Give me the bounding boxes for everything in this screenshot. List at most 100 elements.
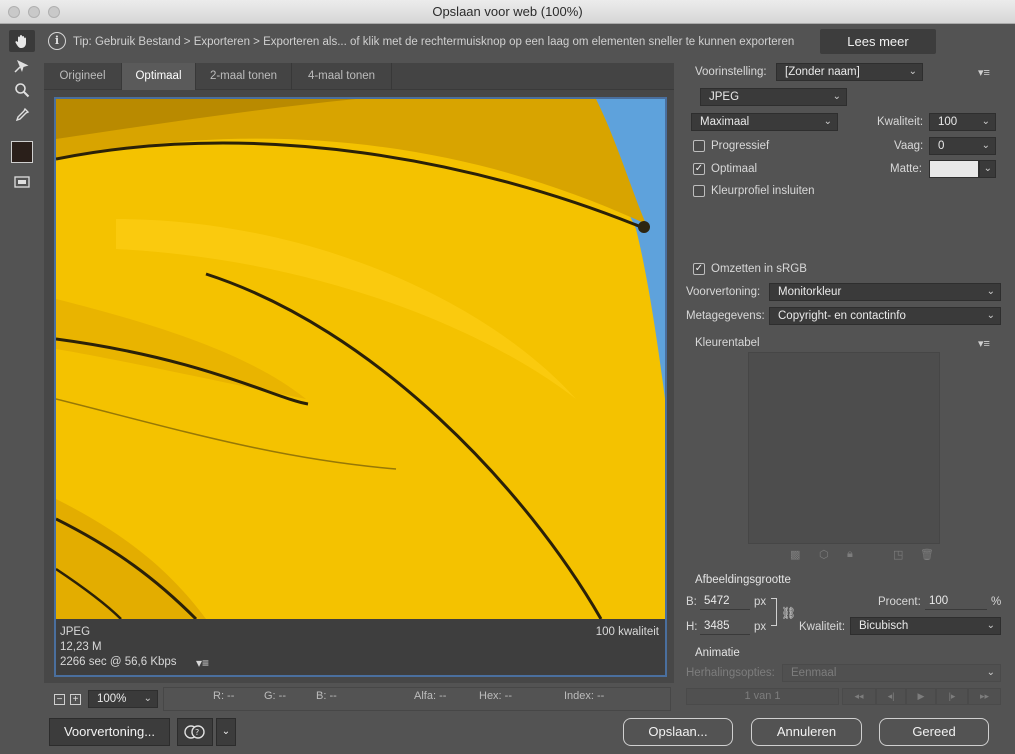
preview-mode-label: Voorvertoning:: [686, 286, 761, 298]
browser-menu-chevron-icon[interactable]: ⌄: [216, 718, 236, 746]
preview-image: [56, 99, 665, 619]
zoom-level-select[interactable]: 100% ⌄: [88, 690, 158, 708]
embed-color-profile-label: Kleurprofiel insluiten: [711, 185, 815, 197]
blur-value-input[interactable]: 0 ⌄: [929, 137, 996, 155]
convert-srgb-label: Omzetten in sRGB: [711, 263, 807, 275]
blur-label: Vaag:: [894, 140, 924, 152]
done-button[interactable]: Gereed: [879, 718, 989, 746]
format-info: JPEG: [60, 626, 91, 638]
height-input[interactable]: 3485: [700, 617, 750, 635]
width-unit: px: [754, 596, 767, 608]
cancel-button[interactable]: Annuleren: [751, 718, 862, 746]
quality-label: Kwaliteit:: [877, 116, 924, 128]
hand-tool-icon[interactable]: [9, 30, 35, 52]
tab-optimized[interactable]: Optimaal: [122, 63, 196, 90]
zoom-out-button[interactable]: −: [54, 694, 65, 705]
next-frame-icon[interactable]: |▸: [936, 688, 968, 705]
optimized-checkbox[interactable]: ✓: [693, 163, 705, 175]
lock-color-icon[interactable]: 🔒︎: [847, 548, 853, 561]
resample-quality-select[interactable]: Bicubisch ⌄: [850, 617, 1001, 635]
tool-strip: [0, 24, 44, 714]
link-bracket: [771, 598, 777, 626]
browser-help-icon[interactable]: ?: [177, 718, 213, 746]
last-frame-icon[interactable]: ▸▸: [968, 688, 1001, 705]
tab-original[interactable]: Origineel: [44, 63, 122, 90]
progressive-checkbox[interactable]: [693, 140, 705, 152]
color-table-menu-icon[interactable]: ▾≡: [978, 337, 990, 350]
chevron-down-icon: ⌄: [986, 286, 995, 297]
metadata-select[interactable]: Copyright- en contactinfo ⌄: [769, 307, 1001, 325]
preset-select[interactable]: [Zonder naam] ⌄: [776, 63, 923, 81]
color-table-label: Kleurentabel: [695, 337, 760, 349]
chevron-down-icon: ⌄: [832, 91, 841, 102]
frame-counter: 1 van 1: [686, 688, 839, 705]
quality-info: 100 kwaliteit: [595, 626, 659, 638]
tip-text: Tip: Gebruik Bestand > Exporteren > Expo…: [73, 36, 795, 48]
previous-frame-icon[interactable]: ◂|: [876, 688, 906, 705]
readout-r: R: --: [213, 690, 235, 702]
download-speed-menu-icon[interactable]: ▾≡: [196, 656, 209, 670]
preset-label: Voorinstelling:: [695, 66, 767, 78]
constrain-proportions-icon[interactable]: ⛓: [781, 606, 796, 620]
download-time-info: 2266 sec @ 56,6 Kbps: [60, 656, 177, 668]
chevron-down-icon: ⌄: [981, 140, 990, 151]
chevron-down-icon: ⌄: [981, 116, 990, 127]
web-snap-icon[interactable]: ⬡: [819, 548, 829, 561]
chevron-down-icon: ⌄: [983, 163, 992, 174]
preview-mode-select[interactable]: Monitorkleur ⌄: [769, 283, 1001, 301]
height-label: H:: [686, 621, 698, 633]
readout-g: G: --: [264, 690, 286, 702]
eyedropper-tool-icon[interactable]: [9, 104, 35, 126]
width-label: B:: [686, 596, 697, 608]
color-table-grid[interactable]: [748, 352, 940, 544]
tab-4-up[interactable]: 4-maal tonen: [292, 63, 392, 90]
loop-options-select[interactable]: Eenmaal ⌄: [782, 664, 1001, 682]
title-bar: Opslaan voor web (100%): [0, 0, 1015, 24]
matte-color-swatch[interactable]: [929, 160, 979, 178]
loop-options-label: Herhalingsopties:: [686, 667, 775, 679]
eyedropper-color-swatch[interactable]: [11, 141, 33, 163]
first-frame-icon[interactable]: ◂◂: [842, 688, 876, 705]
convert-srgb-checkbox[interactable]: ✓: [693, 263, 705, 275]
image-size-heading: Afbeeldingsgrootte: [695, 574, 791, 586]
readout-alpha: Alfa: --: [414, 690, 447, 702]
save-button[interactable]: Opslaan...: [623, 718, 733, 746]
resample-quality-label: Kwaliteit:: [799, 621, 846, 633]
metadata-label: Metagegevens:: [686, 310, 765, 322]
chevron-down-icon: ⌄: [986, 667, 995, 678]
chevron-down-icon: ⌄: [908, 66, 917, 77]
matte-label: Matte:: [890, 163, 922, 175]
chevron-down-icon: ⌄: [143, 693, 152, 704]
info-icon: i: [48, 32, 66, 50]
embed-color-profile-checkbox[interactable]: [693, 185, 705, 197]
learn-more-button[interactable]: Lees meer: [820, 29, 936, 54]
progressive-label: Progressief: [711, 140, 770, 152]
file-size-info: 12,23 M: [60, 641, 102, 653]
optimized-label: Optimaal: [711, 163, 758, 175]
quality-value-input[interactable]: 100 ⌄: [929, 113, 996, 131]
tab-2-up[interactable]: 2-maal tonen: [196, 63, 292, 90]
readout-b: B: --: [316, 690, 337, 702]
preview-in-browser-button[interactable]: Voorvertoning...: [49, 718, 170, 746]
quality-preset-select[interactable]: Maximaal ⌄: [691, 113, 838, 131]
zoom-in-button[interactable]: +: [70, 694, 81, 705]
percent-input[interactable]: 100: [925, 592, 987, 610]
toggle-slices-visibility-icon[interactable]: [9, 171, 35, 193]
trash-icon[interactable]: 🗑︎: [920, 548, 934, 561]
zoom-tool-icon[interactable]: [9, 79, 35, 101]
map-transparent-icon[interactable]: ▩: [790, 548, 800, 561]
view-tabs: Origineel Optimaal 2-maal tonen 4-maal t…: [44, 63, 674, 90]
chevron-down-icon: ⌄: [986, 310, 995, 321]
new-color-icon[interactable]: ◳: [893, 548, 903, 561]
readout-index: Index: --: [564, 690, 605, 702]
chevron-down-icon: ⌄: [823, 116, 832, 127]
matte-dropdown[interactable]: ⌄: [979, 160, 996, 178]
play-icon[interactable]: ▶: [906, 688, 936, 705]
format-select[interactable]: JPEG ⌄: [700, 88, 847, 106]
optimized-preview-pane[interactable]: JPEG 12,23 M 2266 sec @ 56,6 Kbps ▾≡ 100…: [54, 97, 667, 677]
height-unit: px: [754, 621, 767, 633]
preset-menu-icon[interactable]: ▾≡: [978, 66, 990, 79]
slice-select-tool-icon[interactable]: [9, 55, 35, 77]
width-input[interactable]: 5472: [700, 592, 750, 610]
percent-label: Procent:: [878, 596, 921, 608]
